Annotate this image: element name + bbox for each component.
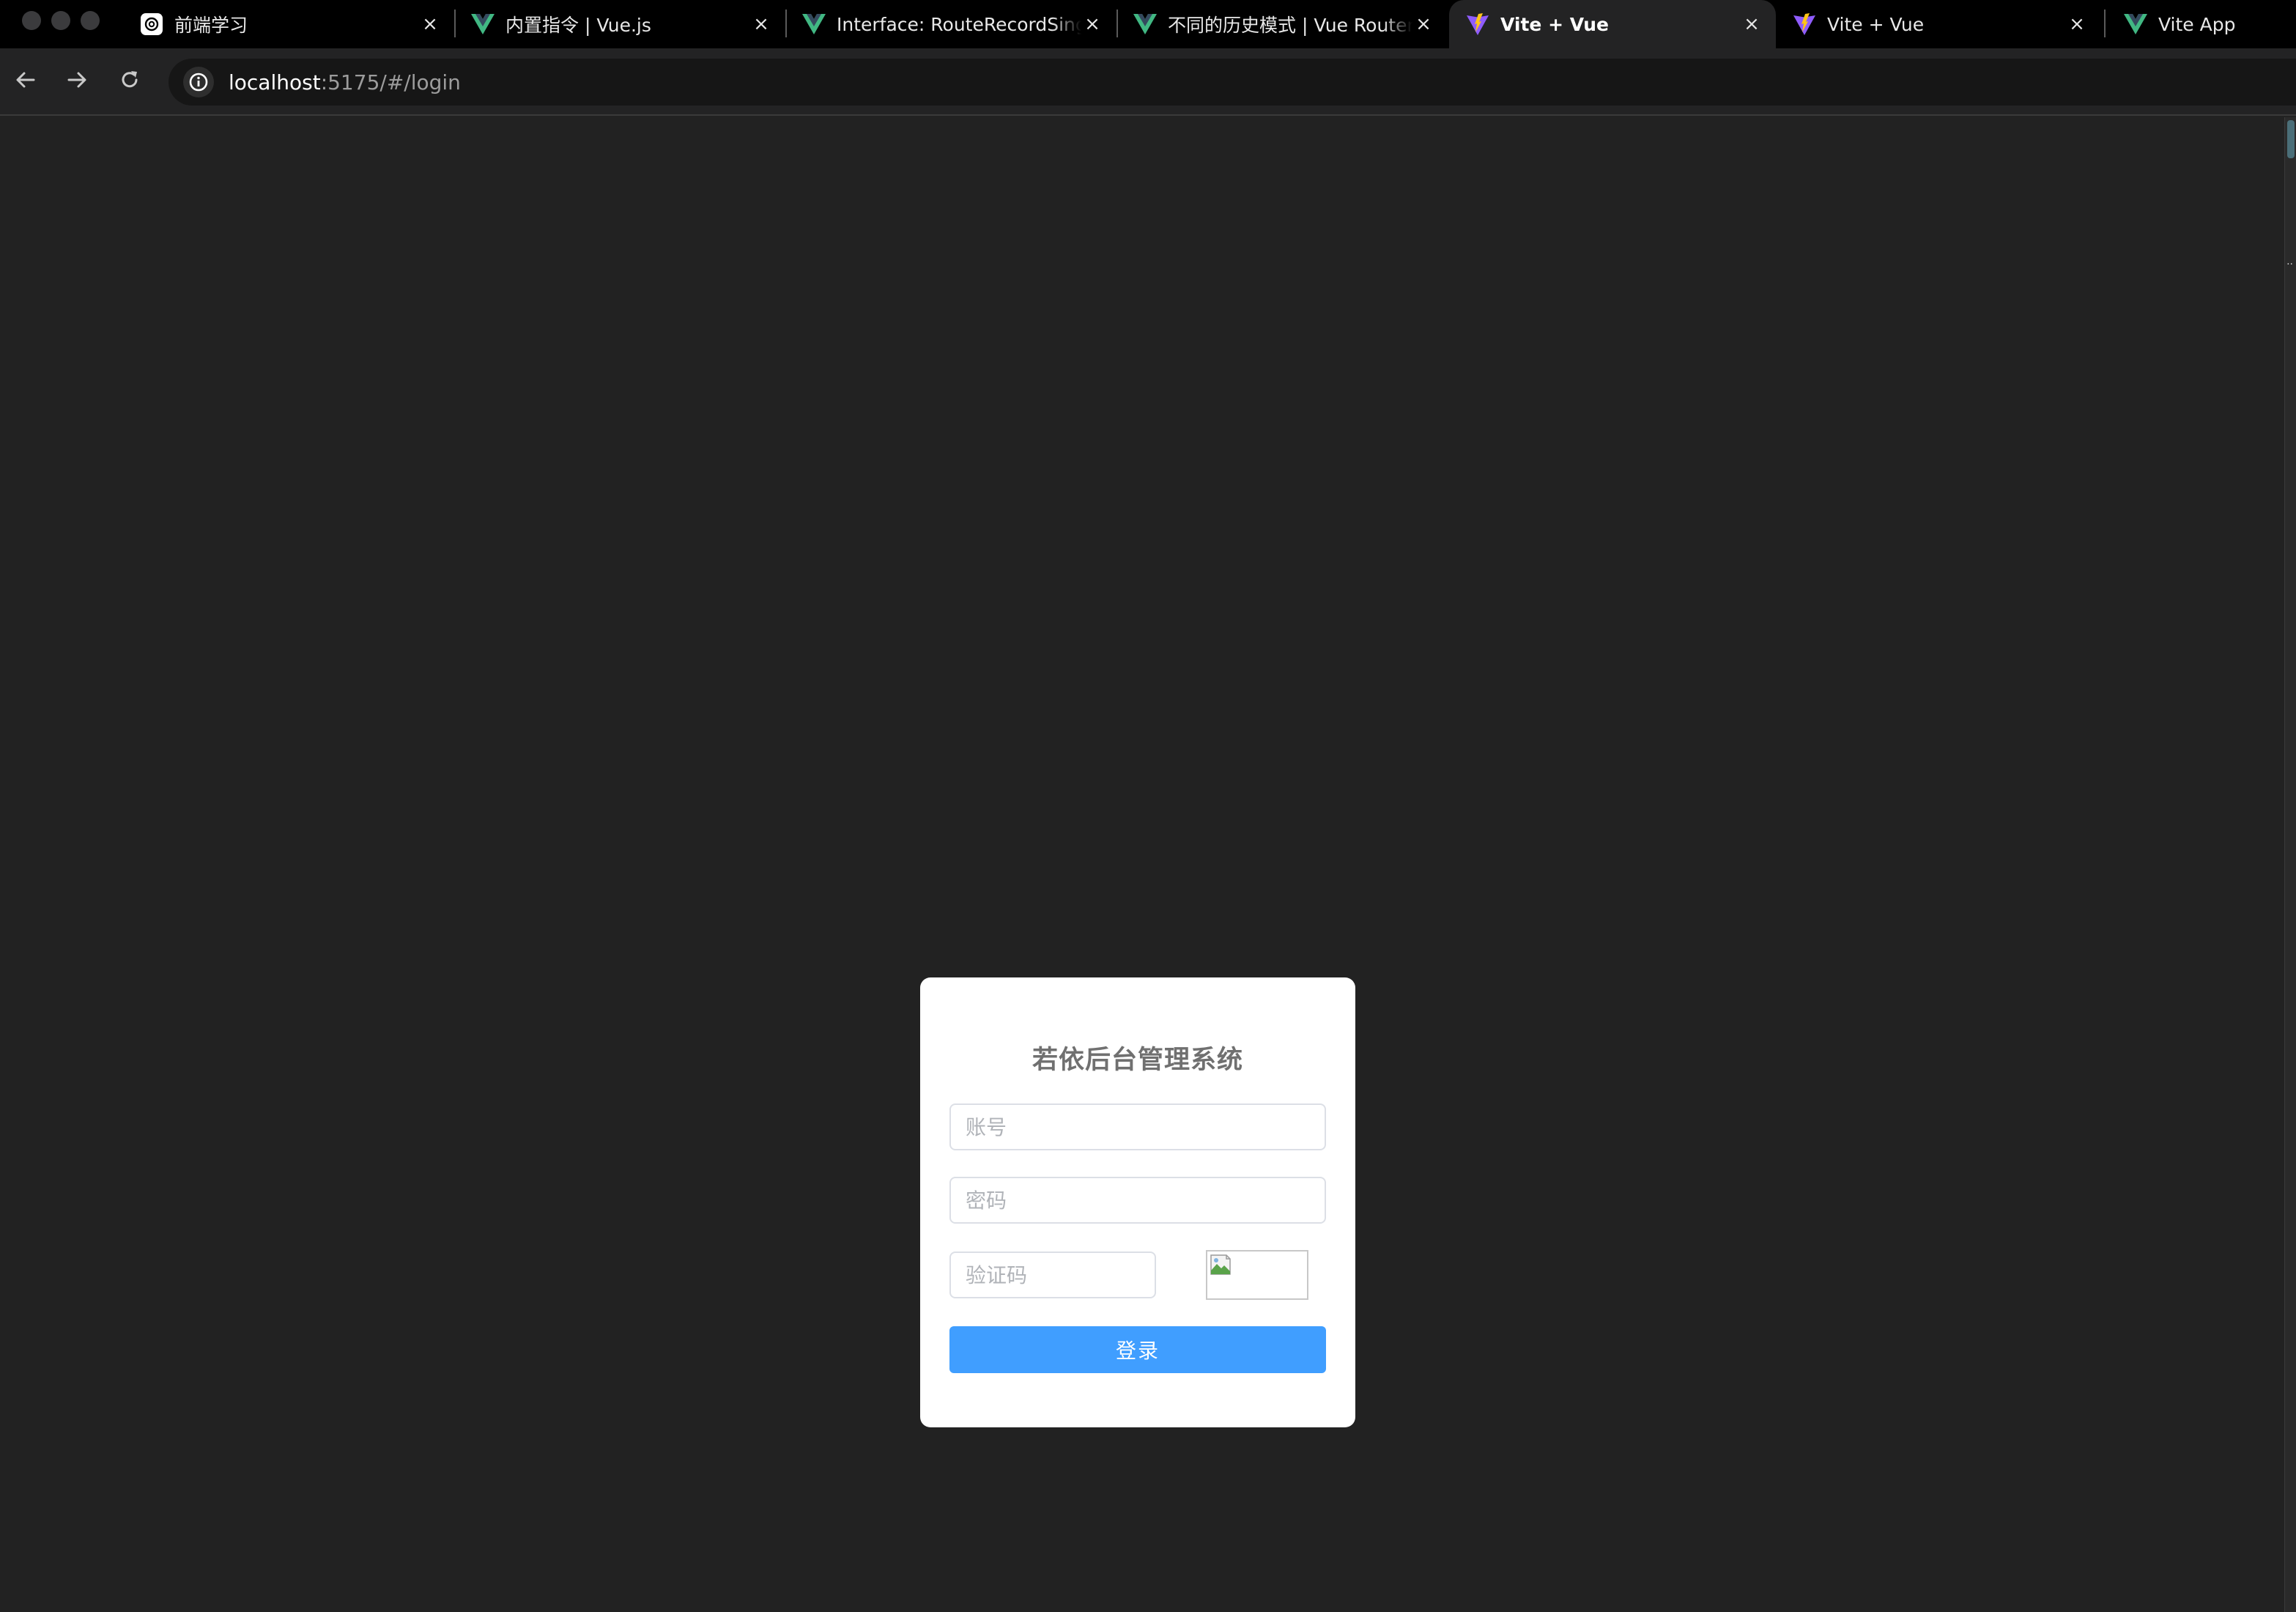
captcha-image[interactable] [1206, 1250, 1308, 1300]
captcha-input[interactable] [949, 1251, 1156, 1298]
window-minimize-dot[interactable] [51, 11, 70, 30]
broken-image-icon [1209, 1253, 1232, 1276]
username-input[interactable] [949, 1103, 1326, 1150]
login-card: 若依后台管理系统 登录 [920, 977, 1355, 1427]
tab-title: 内置指令 | Vue.js [506, 15, 651, 36]
tab-strip: 前端学习 × 内置指令 | Vue.js × Interface: RouteR… [0, 0, 2296, 48]
tab-title: Vite + Vue [1827, 13, 1925, 35]
vite-icon [1465, 12, 1490, 37]
tab-close-icon[interactable]: × [1081, 13, 1103, 35]
vue-icon [470, 12, 495, 37]
login-button[interactable]: 登录 [949, 1326, 1326, 1373]
vue-icon [2123, 12, 2148, 37]
scrollbar-thumb[interactable] [2287, 120, 2295, 158]
vue-icon [1133, 12, 1158, 37]
url-path: :5175/#/login [320, 70, 461, 95]
browser-tab-6[interactable]: Vite App [2107, 0, 2296, 48]
tab-title: Vite + Vue [1500, 13, 1609, 35]
scrollbar[interactable] [2284, 117, 2296, 1612]
window-close-dot[interactable] [22, 11, 41, 30]
window-zoom-dot[interactable] [81, 11, 100, 30]
tab-title: Interface: RouteRecordSingleView [837, 13, 1081, 35]
site-info-icon[interactable] [183, 67, 214, 97]
tab-title: Vite App [2158, 13, 2236, 35]
tab-close-icon[interactable]: × [2066, 13, 2088, 35]
forward-button[interactable] [60, 64, 94, 98]
tab-close-icon[interactable]: × [419, 13, 441, 35]
password-input[interactable] [949, 1177, 1326, 1224]
vite-icon [1792, 12, 1817, 37]
url-host: localhost [229, 70, 321, 95]
browser-tab-1[interactable]: 内置指令 | Vue.js × [454, 0, 785, 48]
back-button[interactable] [9, 64, 42, 98]
openai-icon [139, 12, 164, 37]
browser-toolbar: localhost:5175/#/login [0, 48, 2296, 116]
tab-title: 不同的历史模式 | Vue Router [1168, 15, 1412, 36]
reload-button[interactable] [113, 64, 147, 98]
tab-divider [2104, 10, 2106, 37]
tab-title: 前端学习 [174, 15, 248, 36]
browser-tab-5[interactable]: Vite + Vue × [1776, 0, 2101, 48]
login-title: 若依后台管理系统 [1032, 1046, 1243, 1075]
arrow-left-icon [14, 68, 37, 95]
address-bar[interactable]: localhost:5175/#/login [169, 59, 2296, 106]
more-icon: ·· [2286, 259, 2293, 270]
browser-tab-3[interactable]: 不同的历史模式 | Vue Router × [1116, 0, 1448, 48]
browser-tab-0[interactable]: 前端学习 × [123, 0, 454, 48]
browser-tab-2[interactable]: Interface: RouteRecordSingleView × [785, 0, 1116, 48]
tab-close-icon[interactable]: × [1412, 13, 1434, 35]
tab-close-icon[interactable]: × [750, 13, 772, 35]
browser-tab-active[interactable]: Vite + Vue × [1449, 0, 1776, 48]
vue-icon [801, 12, 826, 37]
arrow-right-icon [65, 68, 89, 95]
reload-icon [118, 68, 141, 95]
tab-close-icon[interactable]: × [1741, 13, 1763, 35]
